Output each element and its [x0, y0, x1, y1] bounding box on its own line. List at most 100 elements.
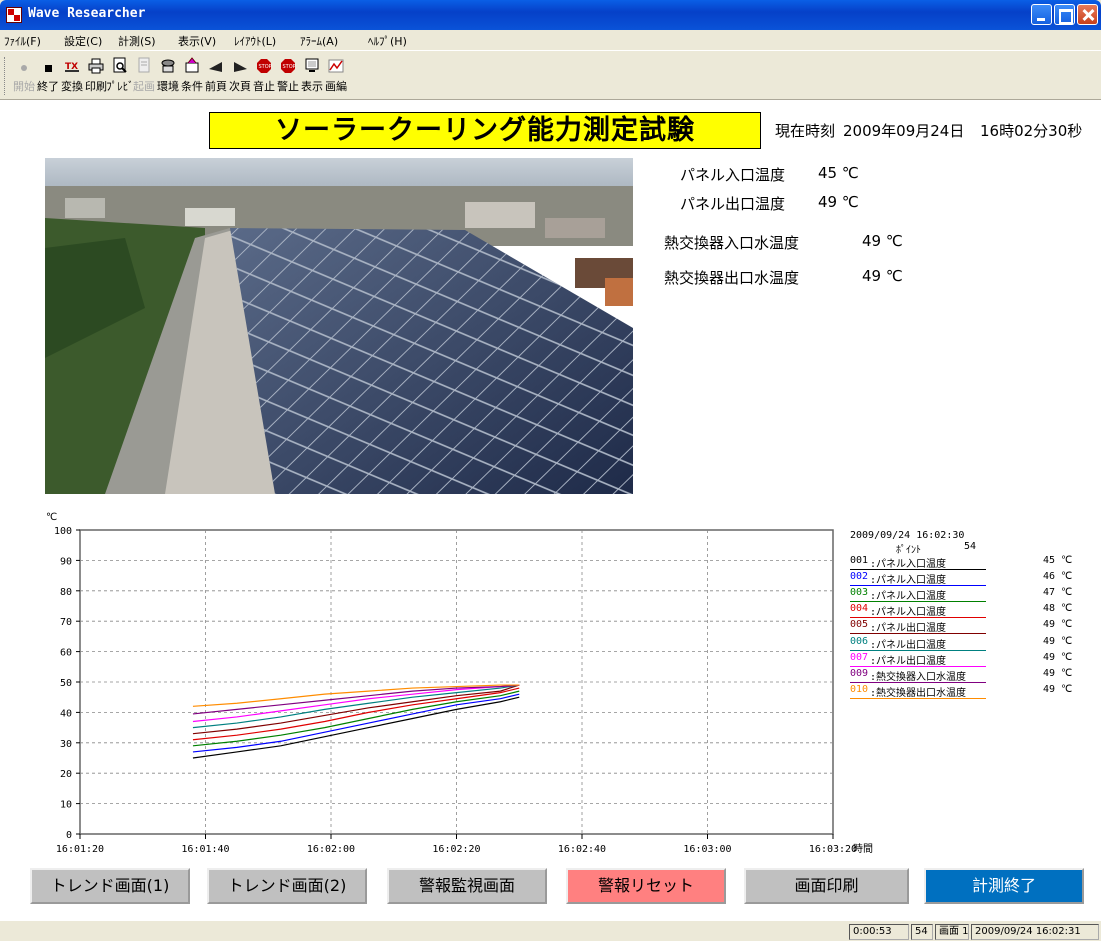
legend-series-value: 49 ℃	[1043, 651, 1073, 663]
menu-measure[interactable]: 計測(S)	[118, 33, 156, 49]
legend-series-label: :パネル出口温度	[870, 655, 947, 667]
title-bar: Wave Researcher	[0, 0, 1101, 30]
app-icon	[6, 7, 22, 23]
legend-series-value: 49 ℃	[1043, 683, 1073, 695]
x-axis-unit: 時間	[853, 843, 873, 855]
environment-icon	[161, 59, 175, 73]
legend-series-number: 009	[850, 667, 869, 679]
legend-series-label: :パネル入口温度	[870, 575, 947, 587]
y-tick-label: 20	[60, 769, 72, 780]
condition-icon	[185, 57, 199, 73]
legend-point-label: ﾎﾟｲﾝﾄ	[896, 545, 921, 556]
legend-series-number: 004	[850, 603, 869, 615]
y-tick-label: 0	[66, 830, 72, 841]
legend-series-underline	[850, 697, 986, 699]
graph-edit-icon	[328, 59, 344, 73]
reading-label-hx-outlet: 熱交換器出口水温度	[664, 269, 800, 287]
window-title: Wave Researcher	[28, 6, 146, 21]
y-tick-label: 40	[60, 708, 72, 719]
reading-label-panel-inlet: パネル入口温度	[680, 166, 786, 184]
next-page-icon	[234, 62, 247, 72]
x-tick-label: 16:02:00	[307, 844, 355, 855]
legend-series-value: 46 ℃	[1043, 571, 1073, 583]
svg-text:STOP: STOP	[259, 64, 272, 70]
legend-series-number: 007	[850, 651, 869, 663]
printer-icon	[88, 58, 104, 74]
toolbar-graph-edit-button[interactable]: 画編	[324, 55, 348, 97]
x-tick-label: 16:03:00	[683, 844, 731, 855]
legend-series-value: 49 ℃	[1043, 635, 1073, 647]
current-time: 16時02分30秒	[980, 122, 1083, 140]
reading-value-panel-outlet: 49 ℃	[818, 193, 859, 211]
legend-series-underline	[850, 633, 986, 635]
trend-screen-2-button[interactable]: トレンド画面(2)	[207, 868, 367, 904]
solar-panel-photo	[45, 158, 633, 494]
reading-label-hx-inlet: 熱交換器入口水温度	[664, 234, 800, 252]
current-time-label: 現在時刻	[775, 122, 836, 140]
legend-series-underline	[850, 585, 986, 587]
legend-series-number: 001	[850, 555, 869, 566]
y-tick-label: 80	[60, 587, 72, 598]
page-title: ソーラークーリング能力測定試験	[209, 112, 761, 149]
y-tick-label: 90	[60, 556, 72, 567]
legend-series-value: 48 ℃	[1043, 603, 1073, 615]
legend-series-number: 005	[850, 619, 869, 631]
x-tick-label: 16:01:20	[56, 844, 104, 855]
legend-series-label: :パネル入口温度	[870, 591, 947, 603]
legend-series-number: 003	[850, 587, 869, 599]
y-tick-label: 10	[60, 800, 72, 811]
legend-series-underline	[850, 601, 986, 603]
menu-bar: ﾌｧｲﾙ(F) 設定(C) 計測(S) 表示(V) ﾚｲｱｳﾄ(L) ｱﾗｰﾑ(…	[0, 30, 1101, 50]
menu-alarm[interactable]: ｱﾗｰﾑ(A)	[300, 33, 338, 49]
legend-series-value: 45 ℃	[1043, 555, 1073, 566]
legend-series-value: 47 ℃	[1043, 587, 1073, 599]
legend-series-label: :熱交換器出口水温度	[870, 687, 967, 699]
legend-series-underline	[850, 569, 986, 570]
end-measurement-button[interactable]: 計測終了	[924, 868, 1084, 904]
legend-series-label: :熱交換器入口水温度	[870, 671, 967, 683]
monitor-icon	[305, 58, 319, 72]
svg-text:STOP: STOP	[283, 64, 296, 70]
y-tick-label: 60	[60, 648, 72, 659]
stop-sign-icon: STOP	[281, 59, 296, 73]
reading-value-panel-inlet: 45 ℃	[818, 164, 859, 182]
legend-series-number: 010	[850, 683, 869, 695]
x-tick-label: 16:03:20	[809, 844, 857, 855]
legend-series-underline	[850, 649, 986, 651]
menu-view[interactable]: 表示(V)	[178, 33, 216, 49]
reading-label-panel-outlet: パネル出口温度	[680, 195, 786, 213]
status-bar: 0:00:53 54 画面 1 2009/09/24 16:02:31	[0, 920, 1101, 941]
legend-series-underline	[850, 681, 986, 683]
record-dot-icon	[21, 65, 27, 71]
current-date: 2009年09月24日	[843, 122, 965, 140]
legend-series-label: :パネル出口温度	[870, 639, 947, 651]
x-tick-label: 16:02:40	[558, 844, 606, 855]
main-panel: ソーラークーリング能力測定試験 現在時刻 2009年09月24日 16時02分3…	[0, 100, 1101, 920]
menu-file[interactable]: ﾌｧｲﾙ(F)	[4, 33, 41, 49]
legend-series-underline	[850, 617, 986, 619]
trend-screen-1-button[interactable]: トレンド画面(1)	[30, 868, 190, 904]
y-tick-label: 50	[60, 678, 72, 689]
stop-sign-icon: STOP	[257, 59, 272, 73]
legend-series-label: :パネル出口温度	[870, 623, 947, 635]
minimize-button[interactable]	[1031, 4, 1052, 25]
close-button[interactable]	[1077, 4, 1098, 25]
maximize-button[interactable]	[1054, 4, 1075, 25]
screen-print-button[interactable]: 画面印刷	[744, 868, 909, 904]
legend-datetime: 2009/09/24 16:02:30	[850, 530, 965, 541]
document-icon	[138, 57, 150, 73]
y-tick-label: 100	[54, 526, 72, 537]
status-datetime: 2009/09/24 16:02:31	[971, 924, 1099, 940]
alarm-reset-button[interactable]: 警報リセット	[566, 868, 726, 904]
legend-series-underline	[850, 665, 986, 667]
legend-point-count: 54	[964, 541, 977, 552]
menu-layout[interactable]: ﾚｲｱｳﾄ(L)	[234, 33, 276, 49]
x-tick-label: 16:02:20	[432, 844, 480, 855]
rooftop-solar-image	[45, 158, 633, 494]
legend-series-value: 49 ℃	[1043, 619, 1073, 631]
alarm-monitor-button[interactable]: 警報監視画面	[387, 868, 547, 904]
menu-help[interactable]: ﾍﾙﾌﾟ(H)	[368, 33, 407, 49]
tx-convert-icon: TX	[65, 62, 79, 72]
menu-settings[interactable]: 設定(C)	[64, 33, 102, 49]
status-elapsed: 0:00:53	[849, 924, 909, 940]
